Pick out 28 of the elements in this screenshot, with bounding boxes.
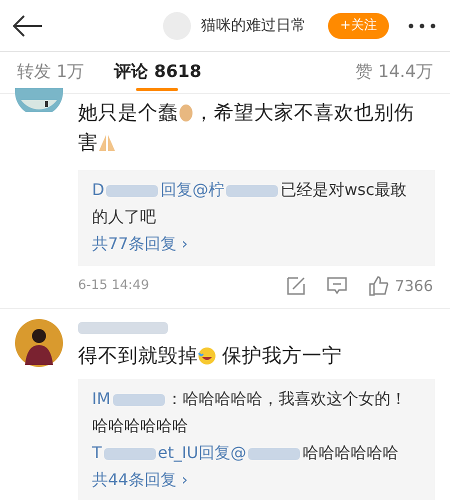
comment-text: 她只是个蠢 ，希望大家不喜欢也别伤害 xyxy=(78,100,415,156)
timestamp: 6-15 14:49 xyxy=(78,277,150,296)
more-replies-link[interactable]: 共77条回复 › xyxy=(92,230,421,258)
tab[interactable]: 转发 1万 xyxy=(17,52,84,94)
back-icon[interactable] xyxy=(13,14,43,36)
blurred-text xyxy=(104,448,156,460)
more-icon[interactable] xyxy=(408,22,436,28)
reply-text: IM ：哈哈哈哈哈，我喜欢这个女的！哈哈哈哈哈哈 xyxy=(92,388,408,437)
more-replies-link[interactable]: 共44条回复 › xyxy=(92,466,421,494)
tab[interactable]: 评论 8618 xyxy=(114,52,202,94)
blurred-text xyxy=(106,184,158,197)
follow-button[interactable]: +关注 xyxy=(328,12,389,38)
thumbs-up-icon[interactable] xyxy=(368,276,389,296)
blurred-text xyxy=(226,184,278,197)
account-name: 猫咪的难过日常 xyxy=(201,15,306,36)
blurred-text xyxy=(112,394,165,406)
comment-icon[interactable] xyxy=(326,277,347,295)
blurred-text xyxy=(248,448,300,460)
avatar[interactable] xyxy=(15,319,63,367)
likes-count[interactable]: 赞 14.4万 xyxy=(356,60,433,86)
comment-text: 得不到就毁掉 保护我方一宁 xyxy=(78,343,344,369)
reply-text: D 回复@柠 已经是对wsc最敢的人了吧 xyxy=(92,179,408,228)
laughing-face-icon xyxy=(198,347,216,365)
share-icon[interactable] xyxy=(286,277,305,295)
hands-icon xyxy=(98,134,116,152)
reply-text: T et_IU回复@ 哈哈哈哈哈哈 xyxy=(92,442,400,464)
like-count[interactable]: 7366 xyxy=(394,274,433,298)
egg-icon xyxy=(179,103,193,122)
